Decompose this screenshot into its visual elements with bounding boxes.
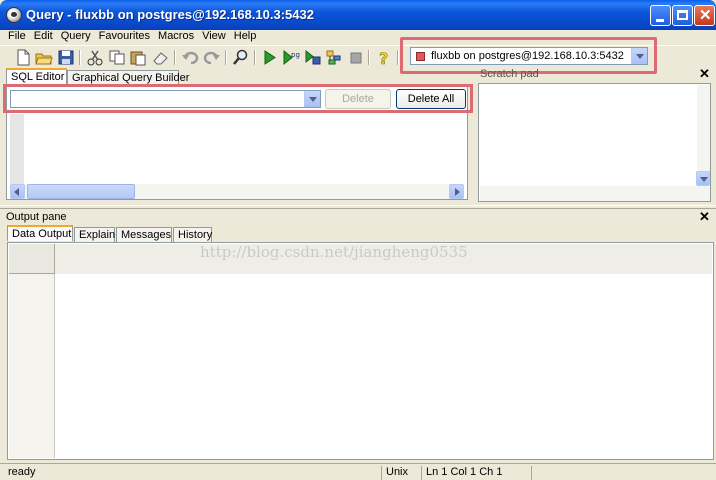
- toolbar-separator: [79, 50, 81, 65]
- new-file-icon[interactable]: [14, 49, 32, 66]
- watermark-text: http://blog.csdn.net/jiangheng0535: [200, 243, 468, 261]
- eraser-icon[interactable]: [151, 49, 169, 66]
- status-cursor-position: Ln 1 Col 1 Ch 1: [421, 466, 531, 480]
- menu-edit[interactable]: Edit: [32, 30, 59, 42]
- menu-favourites[interactable]: Favourites: [97, 30, 156, 42]
- connection-select[interactable]: fluxbb on postgres@192.168.10.3:5432: [410, 47, 648, 65]
- output-pane-label: Output pane: [6, 211, 67, 223]
- scratch-pad-horizontal-scrollbar[interactable]: [480, 186, 710, 201]
- query-history-highlight: [3, 84, 473, 113]
- explain-icon[interactable]: [325, 49, 343, 66]
- toolbar-separator: [254, 50, 256, 65]
- close-window-button[interactable]: ✕: [694, 5, 715, 26]
- line-number-gutter: [10, 114, 24, 184]
- toolbar-separator: [368, 50, 370, 65]
- menu-view[interactable]: View: [200, 30, 232, 42]
- help-icon[interactable]: ?: [375, 49, 393, 66]
- cut-icon[interactable]: [86, 49, 104, 66]
- menu-query[interactable]: Query: [59, 30, 97, 42]
- scroll-right-icon[interactable]: [449, 184, 464, 199]
- status-empty-cell: [531, 466, 716, 480]
- minimize-icon: [656, 19, 664, 22]
- scroll-left-icon[interactable]: [10, 184, 25, 199]
- scratch-pad-label: Scratch pad: [480, 68, 539, 80]
- menu-macros[interactable]: Macros: [156, 30, 200, 42]
- open-folder-icon[interactable]: [35, 49, 53, 66]
- title-bar: Query - fluxbb on postgres@192.168.10.3:…: [0, 0, 716, 30]
- editor-horizontal-scrollbar[interactable]: [10, 184, 464, 199]
- maximize-button[interactable]: [672, 5, 693, 26]
- scratch-pad-vertical-scrollbar[interactable]: [696, 85, 710, 186]
- undo-icon[interactable]: [181, 49, 199, 66]
- grid-row-header-column: [9, 274, 55, 458]
- svg-text:?: ?: [379, 49, 388, 66]
- status-bar: ready Unix Ln 1 Col 1 Ch 1: [0, 463, 716, 480]
- scrollbar-thumb[interactable]: [27, 184, 135, 199]
- toolbar-separator: [174, 50, 176, 65]
- copy-icon[interactable]: [108, 49, 126, 66]
- elephant-app-icon[interactable]: [6, 7, 22, 23]
- output-pane-close-icon[interactable]: ✕: [699, 209, 710, 225]
- toolbar-separator: [225, 50, 227, 65]
- execute-icon[interactable]: [261, 49, 279, 66]
- tab-explain[interactable]: Explain: [74, 227, 115, 242]
- redo-icon[interactable]: [203, 49, 221, 66]
- tab-graphical-query-builder[interactable]: Graphical Query Builder: [67, 70, 189, 84]
- minimize-button[interactable]: [650, 5, 671, 26]
- menu-file[interactable]: File: [6, 30, 32, 42]
- data-output-grid[interactable]: [7, 242, 714, 460]
- close-icon: ✕: [699, 7, 712, 24]
- tab-data-output[interactable]: Data Output: [7, 225, 73, 241]
- connection-status-icon: [416, 52, 425, 61]
- toolbar-separator: [397, 50, 399, 65]
- find-icon[interactable]: [232, 49, 250, 66]
- menu-help[interactable]: Help: [232, 30, 263, 42]
- chevron-down-icon[interactable]: [631, 48, 647, 64]
- tab-messages[interactable]: Messages: [116, 227, 172, 242]
- pane-splitter[interactable]: [0, 205, 716, 209]
- grid-corner-header[interactable]: [9, 244, 55, 274]
- status-line-endings: Unix: [381, 466, 417, 480]
- stop-icon[interactable]: [347, 49, 365, 66]
- scroll-down-icon[interactable]: [696, 171, 710, 186]
- scratch-pad-close-icon[interactable]: ✕: [699, 66, 710, 82]
- execute-pgscript-icon[interactable]: pg: [282, 49, 300, 66]
- connection-select-value: fluxbb on postgres@192.168.10.3:5432: [431, 50, 624, 62]
- execute-to-file-icon[interactable]: [304, 49, 322, 66]
- scratch-pad-text-area[interactable]: [478, 83, 711, 202]
- tab-sql-editor[interactable]: SQL Editor: [6, 68, 67, 84]
- window-title: Query - fluxbb on postgres@192.168.10.3:…: [26, 7, 314, 22]
- status-text: ready: [8, 466, 36, 478]
- maximize-icon: [677, 10, 688, 20]
- tab-history[interactable]: History: [173, 227, 212, 242]
- paste-icon[interactable]: [129, 49, 147, 66]
- sql-text-area[interactable]: [25, 114, 463, 184]
- svg-text:pg: pg: [291, 51, 300, 59]
- save-icon[interactable]: [57, 49, 75, 66]
